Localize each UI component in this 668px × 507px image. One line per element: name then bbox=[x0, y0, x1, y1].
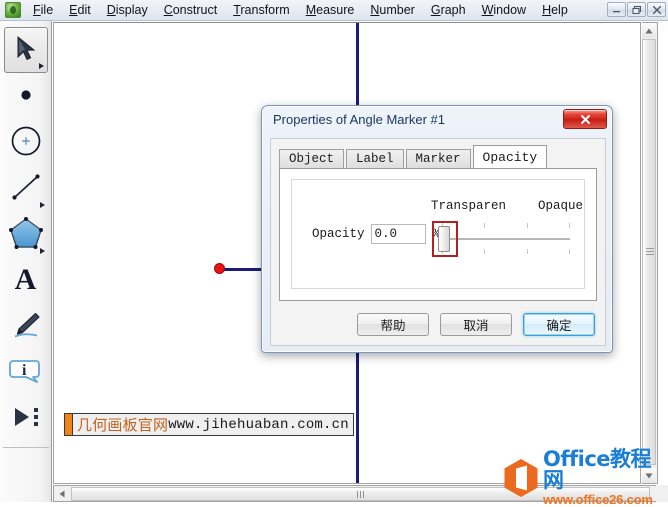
opacity-field-row: Opacity % bbox=[312, 224, 440, 244]
text-object-content: 几何画板官网 www.jihehuaban.com.cn bbox=[73, 414, 353, 435]
toolbox-panel: A i bbox=[0, 21, 52, 502]
menu-measure[interactable]: Measure bbox=[298, 1, 363, 19]
properties-dialog: Properties of Angle Marker #1 Object Lab… bbox=[261, 105, 613, 353]
opacity-field-label: Opacity bbox=[312, 227, 365, 241]
tab-marker[interactable]: Marker bbox=[405, 149, 471, 168]
arrow-select-tool[interactable] bbox=[3, 27, 48, 73]
play-triangle-icon bbox=[10, 405, 42, 432]
point-tool[interactable] bbox=[4, 73, 48, 119]
point-icon bbox=[19, 88, 33, 105]
flyout-arrow-icon[interactable] bbox=[38, 63, 44, 69]
scroll-down-button[interactable] bbox=[642, 468, 656, 483]
text-object-url: www.jihehuaban.com.cn bbox=[168, 416, 349, 433]
menu-number[interactable]: Number bbox=[362, 1, 422, 19]
canvas-text-object[interactable]: 几何画板官网 www.jihehuaban.com.cn bbox=[64, 413, 354, 436]
text-object-handle[interactable] bbox=[65, 414, 73, 435]
flyout-arrow-icon[interactable] bbox=[39, 202, 45, 208]
transparent-label: Transparen bbox=[431, 199, 507, 213]
scroll-left-button[interactable] bbox=[54, 486, 70, 501]
scroll-grip-icon bbox=[356, 490, 366, 498]
scroll-grip-icon bbox=[646, 248, 654, 256]
tab-label[interactable]: Label bbox=[346, 149, 404, 168]
dialog-close-button[interactable] bbox=[563, 109, 607, 129]
straightedge-tool[interactable] bbox=[4, 165, 48, 211]
restore-button[interactable] bbox=[627, 2, 646, 17]
dialog-tabstrip: Object Label Marker Opacity bbox=[279, 145, 549, 168]
menu-help[interactable]: Help bbox=[534, 1, 576, 19]
scroll-up-button[interactable] bbox=[642, 23, 656, 38]
ok-button[interactable]: 确定 bbox=[523, 313, 595, 336]
text-a-icon: A bbox=[14, 263, 37, 296]
menu-graph[interactable]: Graph bbox=[423, 1, 474, 19]
menu-transform[interactable]: Transform bbox=[225, 1, 298, 19]
info-bubble-icon: i bbox=[8, 356, 43, 389]
tab-object[interactable]: Object bbox=[279, 149, 345, 168]
slider-highlight-box bbox=[432, 221, 458, 257]
sketchpad-app-icon bbox=[5, 2, 21, 18]
menu-bar: File Edit Display Construct Transform Me… bbox=[0, 0, 668, 21]
opacity-slider[interactable] bbox=[432, 216, 572, 260]
opacity-input[interactable] bbox=[370, 224, 426, 244]
dialog-titlebar[interactable]: Properties of Angle Marker #1 bbox=[262, 106, 612, 136]
cancel-button[interactable]: 取消 bbox=[440, 313, 512, 336]
sketchpad-window: File Edit Display Construct Transform Me… bbox=[0, 0, 668, 506]
menu-edit[interactable]: Edit bbox=[61, 1, 99, 19]
custom-tools[interactable] bbox=[4, 395, 48, 441]
text-object-chinese: 几何画板官网 bbox=[77, 416, 169, 434]
menu-window[interactable]: Window bbox=[474, 1, 534, 19]
vertical-scroll-thumb[interactable] bbox=[642, 39, 656, 465]
close-button[interactable] bbox=[647, 2, 666, 17]
polygon-tool[interactable] bbox=[4, 211, 48, 257]
menu-file[interactable]: File bbox=[25, 1, 61, 19]
slider-track[interactable] bbox=[442, 238, 570, 240]
slider-ticks-bottom bbox=[442, 249, 570, 254]
toolbox-divider bbox=[2, 447, 49, 448]
dialog-title: Properties of Angle Marker #1 bbox=[273, 112, 445, 127]
minimize-button[interactable] bbox=[607, 2, 626, 17]
opacity-tab-panel: Transparen Opaque Opacity % bbox=[279, 168, 597, 301]
flyout-arrow-icon[interactable] bbox=[39, 248, 45, 254]
polygon-icon bbox=[8, 216, 44, 253]
slider-ticks-top bbox=[442, 223, 570, 228]
compass-circle-tool[interactable] bbox=[4, 119, 48, 165]
menu-display[interactable]: Display bbox=[99, 1, 156, 19]
information-tool[interactable]: i bbox=[4, 349, 48, 395]
menu-construct[interactable]: Construct bbox=[156, 1, 226, 19]
vertical-scrollbar[interactable] bbox=[642, 22, 658, 484]
text-tool[interactable]: A bbox=[4, 257, 48, 303]
tab-opacity[interactable]: Opacity bbox=[472, 145, 548, 168]
horizontal-scrollbar[interactable] bbox=[53, 485, 668, 502]
svg-text:i: i bbox=[22, 362, 27, 379]
arrow-cursor-icon bbox=[13, 35, 39, 66]
circle-compass-icon bbox=[9, 124, 43, 161]
horizontal-scroll-thumb[interactable] bbox=[71, 486, 650, 501]
line-segment-icon bbox=[10, 172, 42, 205]
window-controls bbox=[607, 2, 666, 17]
marker-pen-icon bbox=[9, 310, 43, 343]
dialog-body: Object Label Marker Opacity Transparen O… bbox=[270, 138, 606, 346]
marker-tool[interactable] bbox=[4, 303, 48, 349]
dialog-button-row: 帮助 取消 确定 bbox=[271, 313, 607, 336]
opacity-groupbox: Transparen Opaque Opacity % bbox=[291, 179, 585, 289]
help-button[interactable]: 帮助 bbox=[357, 313, 429, 336]
scrollbar-corner bbox=[656, 485, 668, 502]
endpoint-marker[interactable] bbox=[214, 263, 225, 274]
opaque-label: Opaque bbox=[538, 199, 584, 213]
